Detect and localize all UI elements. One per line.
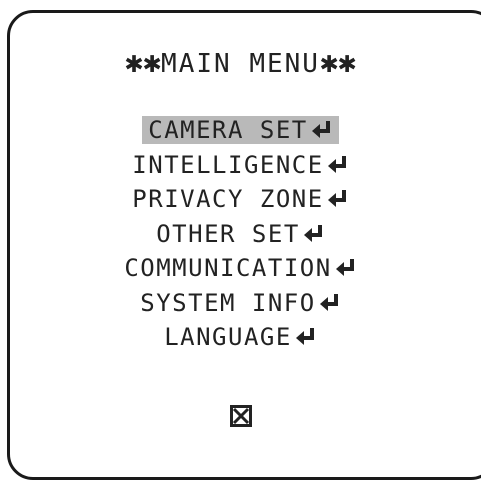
menu-item-wrap: PRIVACY ZONE [126, 185, 354, 213]
menu-item-other-set[interactable]: OTHER SET [0, 217, 481, 252]
menu-item-wrap: INTELLIGENCE [126, 151, 354, 179]
enter-arrow-icon [327, 190, 346, 208]
menu-item-communication[interactable]: COMMUNICATION [0, 251, 481, 286]
enter-arrow-icon [335, 259, 354, 277]
menu-item-label: COMMUNICATION [124, 254, 332, 283]
menu-item-wrap: SYSTEM INFO [134, 289, 346, 317]
title-star-right: ✱✱ [319, 45, 357, 80]
enter-arrow-icon [311, 121, 330, 139]
menu-item-label: OTHER SET [156, 219, 300, 248]
enter-arrow-icon [327, 155, 346, 173]
menu-item-language[interactable]: LANGUAGE [0, 320, 481, 355]
menu-item-wrap: LANGUAGE [158, 323, 323, 351]
menu-item-label: SYSTEM INFO [140, 288, 316, 317]
menu-item-label: INTELLIGENCE [132, 150, 324, 179]
menu-item-wrap: COMMUNICATION [118, 254, 362, 282]
title-star-left: ✱✱ [124, 45, 162, 80]
menu-item-label: LANGUAGE [164, 323, 292, 352]
menu-item-intelligence[interactable]: INTELLIGENCE [0, 148, 481, 183]
enter-arrow-icon [295, 328, 314, 346]
menu-item-label: CAMERA SET [148, 116, 308, 145]
main-menu-list: CAMERA SET INTELLIGENCE PRIVACY ZONE OTH… [0, 113, 481, 355]
menu-item-system-info[interactable]: SYSTEM INFO [0, 286, 481, 321]
menu-item-highlight: CAMERA SET [142, 116, 339, 145]
title-text: MAIN MENU [161, 49, 320, 79]
menu-title: ✱✱MAIN MENU✱✱ [0, 47, 481, 80]
menu-item-privacy-zone[interactable]: PRIVACY ZONE [0, 182, 481, 217]
enter-arrow-icon [319, 293, 338, 311]
enter-arrow-icon [303, 224, 322, 242]
menu-item-label: PRIVACY ZONE [132, 185, 324, 214]
exit-box-icon[interactable] [230, 405, 252, 427]
menu-item-camera-set[interactable]: CAMERA SET [0, 113, 481, 148]
menu-item-wrap: OTHER SET [150, 220, 331, 248]
